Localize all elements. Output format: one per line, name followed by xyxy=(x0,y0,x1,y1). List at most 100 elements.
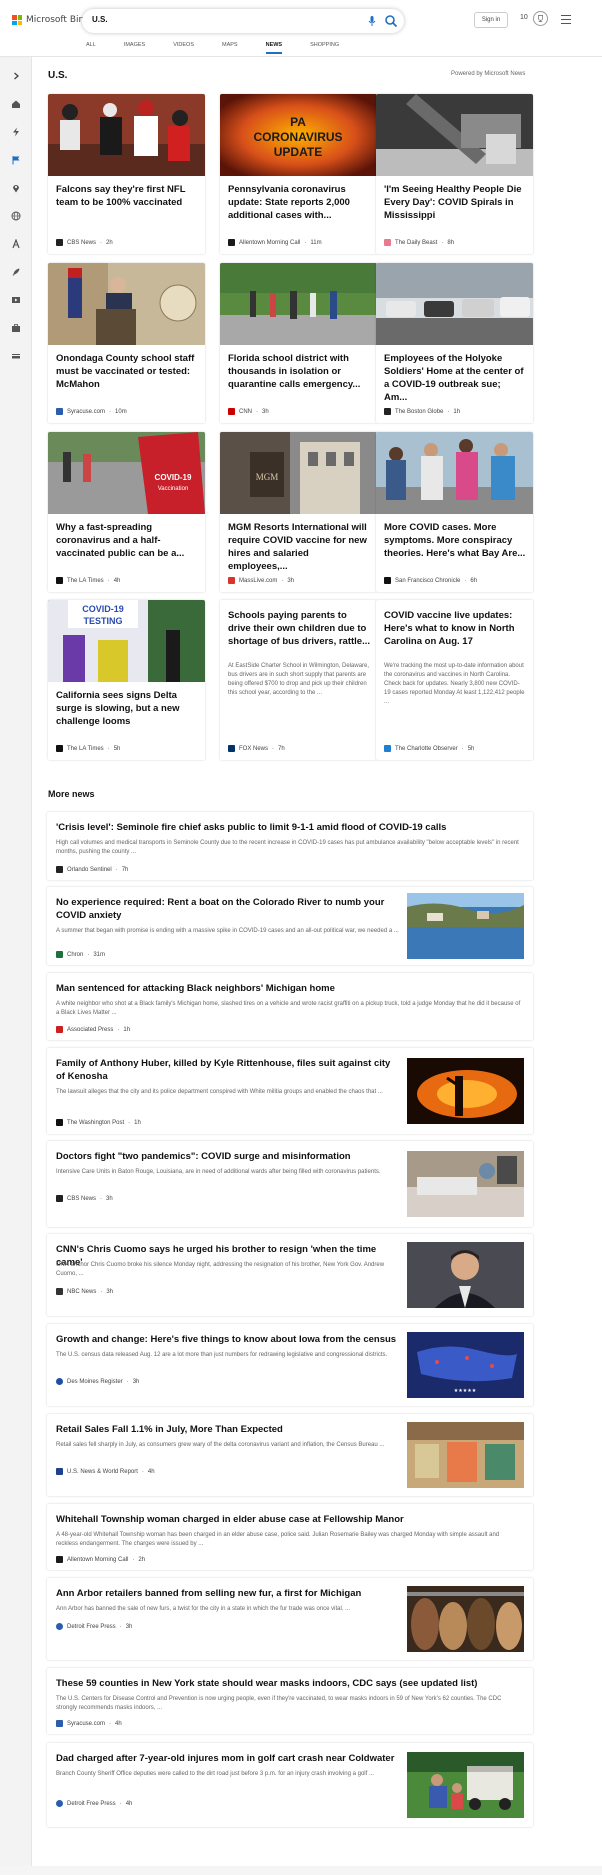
entertainment-icon[interactable] xyxy=(11,295,21,305)
news-title[interactable]: Dad charged after 7-year-old injures mom… xyxy=(56,1752,401,1765)
news-title[interactable]: Whitehall Township woman charged in elde… xyxy=(56,1513,521,1526)
flag-icon[interactable] xyxy=(11,155,21,165)
news-source[interactable]: CBS News · 3h xyxy=(56,1195,113,1202)
card-title[interactable]: COVID vaccine live updates: Here's what … xyxy=(384,609,526,648)
card-title[interactable]: Why a fast-spreading coronavirus and a h… xyxy=(56,521,198,560)
card-title[interactable]: Employees of the Holyoke Soldiers' Home … xyxy=(384,352,526,404)
hamburger-menu-icon[interactable] xyxy=(561,15,571,24)
powered-by-label[interactable]: Powered by Microsoft News xyxy=(451,71,525,77)
news-card[interactable]: Employees of the Holyoke Soldiers' Home … xyxy=(376,263,533,423)
sign-in-button[interactable]: Sign in xyxy=(474,12,508,28)
sports-icon[interactable] xyxy=(11,239,21,249)
card-source[interactable]: Allentown Morning Call · 11m xyxy=(228,239,322,246)
news-list-item[interactable]: Dad charged after 7-year-old injures mom… xyxy=(47,1743,533,1827)
card-title[interactable]: More COVID cases. More symptoms. More co… xyxy=(384,521,526,560)
news-source[interactable]: Des Moines Register · 3h xyxy=(56,1378,139,1385)
news-title[interactable]: Retail Sales Fall 1.1% in July, More Tha… xyxy=(56,1423,401,1436)
rewards-trophy-icon[interactable] xyxy=(533,11,548,26)
news-list-item[interactable]: CNN's Chris Cuomo says he urged his brot… xyxy=(47,1234,533,1316)
news-list-item[interactable]: Doctors fight "two pandemics": COVID sur… xyxy=(47,1141,533,1227)
card-source[interactable]: The LA Times · 5h xyxy=(56,745,120,752)
news-source[interactable]: Syracuse.com · 4h xyxy=(56,1720,122,1727)
location-pin-icon[interactable] xyxy=(11,183,21,193)
card-source[interactable]: The Boston Globe · 1h xyxy=(384,408,460,415)
card-source[interactable]: San Francisco Chronicle · 6h xyxy=(384,577,477,584)
news-list-item[interactable]: 'Crisis level': Seminole fire chief asks… xyxy=(47,812,533,880)
money-icon[interactable] xyxy=(11,351,21,361)
news-title[interactable]: Man sentenced for attacking Black neighb… xyxy=(56,982,521,995)
home-icon[interactable] xyxy=(11,99,21,109)
tab-all[interactable]: ALL xyxy=(86,40,96,54)
card-source[interactable]: The Charlotte Observer · 5h xyxy=(384,745,474,752)
expand-chevron-icon[interactable] xyxy=(11,71,21,81)
card-source[interactable]: The LA Times · 4h xyxy=(56,577,120,584)
news-source[interactable]: Associated Press · 1h xyxy=(56,1026,130,1033)
card-title[interactable]: Schools paying parents to drive their ow… xyxy=(228,609,370,648)
card-title[interactable]: Onondaga County school staff must be vac… xyxy=(56,352,198,391)
card-source[interactable]: CBS News · 2h xyxy=(56,239,113,246)
globe-icon[interactable] xyxy=(11,211,21,221)
news-title[interactable]: These 59 counties in New York state shou… xyxy=(56,1677,521,1690)
news-source[interactable]: Orlando Sentinel · 7h xyxy=(56,866,128,873)
briefcase-icon[interactable] xyxy=(11,323,21,333)
tab-videos[interactable]: VIDEOS xyxy=(173,40,194,54)
news-source[interactable]: Detroit Free Press · 4h xyxy=(56,1800,132,1807)
news-card[interactable]: 'I'm Seeing Healthy People Die Every Day… xyxy=(376,94,533,254)
search-icon[interactable] xyxy=(384,14,398,28)
news-source[interactable]: Allentown Morning Call · 2h xyxy=(56,1556,145,1563)
news-card[interactable]: COVID vaccine live updates: Here's what … xyxy=(376,600,533,760)
card-title[interactable]: Pennsylvania coronavirus update: State r… xyxy=(228,183,370,222)
syracuse-icon xyxy=(56,1720,63,1727)
news-card[interactable]: More COVID cases. More symptoms. More co… xyxy=(376,432,533,592)
bing-logo[interactable]: Microsoft Bing xyxy=(12,15,90,25)
rocket-icon[interactable] xyxy=(11,267,21,277)
news-card[interactable]: Onondaga County school staff must be vac… xyxy=(48,263,205,423)
news-list-item[interactable]: Ann Arbor retailers banned from selling … xyxy=(47,1578,533,1660)
news-list-item[interactable]: Growth and change: Here's five things to… xyxy=(47,1324,533,1406)
news-card[interactable]: Schools paying parents to drive their ow… xyxy=(220,600,377,760)
search-box[interactable]: U.S. xyxy=(82,9,404,33)
news-title[interactable]: Growth and change: Here's five things to… xyxy=(56,1333,401,1346)
news-title[interactable]: No experience required: Rent a boat on t… xyxy=(56,896,401,922)
news-list-item[interactable]: Family of Anthony Huber, killed by Kyle … xyxy=(47,1048,533,1134)
tab-images[interactable]: IMAGES xyxy=(124,40,145,54)
rewards-count[interactable]: 10 xyxy=(520,14,528,21)
news-source[interactable]: The Washington Post · 1h xyxy=(56,1119,141,1126)
chron-icon xyxy=(56,951,63,958)
card-source[interactable]: CNN · 3h xyxy=(228,408,269,415)
news-card[interactable]: MGM MGM Resorts International will requi… xyxy=(220,432,377,592)
news-list-item[interactable]: These 59 counties in New York state shou… xyxy=(47,1668,533,1734)
news-card[interactable]: Falcons say they're first NFL team to be… xyxy=(48,94,205,254)
news-list-item[interactable]: Retail Sales Fall 1.1% in July, More Tha… xyxy=(47,1414,533,1496)
news-card[interactable]: Florida school district with thousands i… xyxy=(220,263,377,423)
tab-shopping[interactable]: SHOPPING xyxy=(310,40,339,54)
news-list-item[interactable]: Man sentenced for attacking Black neighb… xyxy=(47,973,533,1040)
tab-maps[interactable]: MAPS xyxy=(222,40,238,54)
card-source[interactable]: FOX News · 7h xyxy=(228,745,285,752)
card-title[interactable]: MGM Resorts International will require C… xyxy=(228,521,370,573)
news-title[interactable]: 'Crisis level': Seminole fire chief asks… xyxy=(56,821,521,834)
card-source[interactable]: The Daily Beast · 8h xyxy=(384,239,454,246)
news-card[interactable]: COVID-19 TESTING California sees signs D… xyxy=(48,600,205,760)
card-source[interactable]: MassLive.com · 3h xyxy=(228,577,294,584)
news-title[interactable]: Doctors fight "two pandemics": COVID sur… xyxy=(56,1150,401,1163)
card-title[interactable]: 'I'm Seeing Healthy People Die Every Day… xyxy=(384,183,526,222)
lightning-icon[interactable] xyxy=(11,127,21,137)
card-source[interactable]: Syracuse.com · 10m xyxy=(56,408,127,415)
news-title[interactable]: Ann Arbor retailers banned from selling … xyxy=(56,1587,401,1600)
news-source[interactable]: Chron · 31m xyxy=(56,951,105,958)
news-title[interactable]: Family of Anthony Huber, killed by Kyle … xyxy=(56,1057,401,1083)
news-card[interactable]: PA CORONAVIRUS UPDATE Pennsylvania coron… xyxy=(220,94,377,254)
microphone-icon[interactable] xyxy=(366,15,378,27)
news-source[interactable]: Detroit Free Press · 3h xyxy=(56,1623,132,1630)
news-card[interactable]: COVID-19 Vaccination Why a fast-spreadin… xyxy=(48,432,205,592)
news-source[interactable]: U.S. News & World Report · 4h xyxy=(56,1468,155,1475)
news-list-item[interactable]: Whitehall Township woman charged in elde… xyxy=(47,1504,533,1570)
card-title[interactable]: Florida school district with thousands i… xyxy=(228,352,370,391)
tab-news[interactable]: NEWS xyxy=(265,40,283,54)
card-title[interactable]: California sees signs Delta surge is slo… xyxy=(56,689,198,728)
news-list-item[interactable]: No experience required: Rent a boat on t… xyxy=(47,887,533,965)
news-source[interactable]: NBC News · 3h xyxy=(56,1288,113,1295)
search-input[interactable]: U.S. xyxy=(92,15,108,24)
card-title[interactable]: Falcons say they're first NFL team to be… xyxy=(56,183,198,209)
